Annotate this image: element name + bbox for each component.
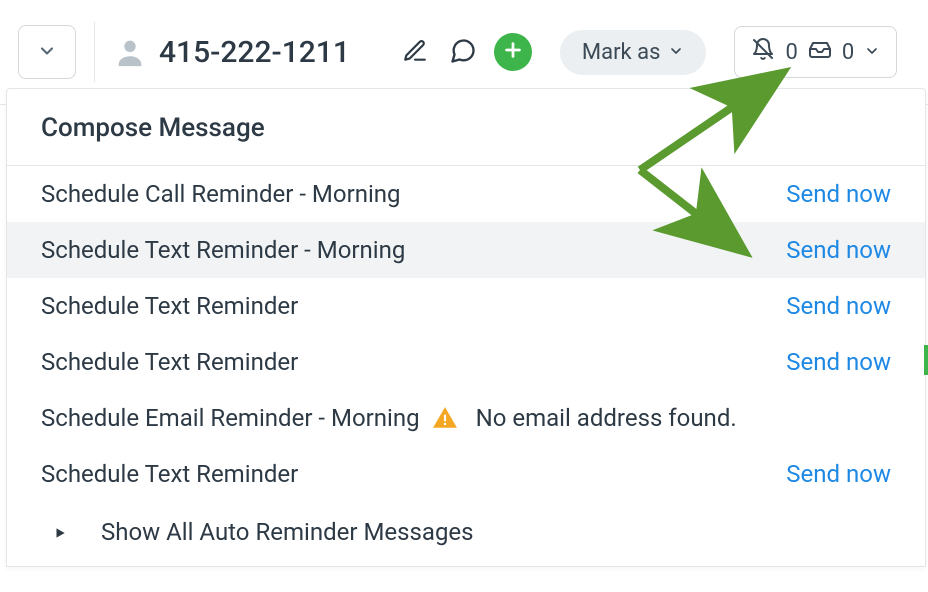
reminder-row[interactable]: Schedule Email Reminder - Morning No ema… xyxy=(7,390,925,446)
send-now-link[interactable]: Send now xyxy=(786,460,891,488)
bell-count: 0 xyxy=(785,40,797,65)
add-button[interactable] xyxy=(494,33,532,71)
reminder-label: Schedule Text Reminder xyxy=(41,348,298,376)
contact-phone: 415-222-1211 xyxy=(159,35,350,70)
warning-icon xyxy=(432,405,458,431)
reminder-label: Schedule Text Reminder xyxy=(41,460,298,488)
send-now-link[interactable]: Send now xyxy=(786,236,891,264)
inbox-icon xyxy=(808,37,832,67)
triangle-right-icon xyxy=(53,518,67,546)
panel-header: Compose Message xyxy=(7,89,925,166)
chat-icon xyxy=(449,37,477,68)
reminder-row[interactable]: Schedule Text Reminder - Morning Send no… xyxy=(7,222,925,278)
chevron-down-icon xyxy=(864,40,880,65)
reminder-label: Schedule Call Reminder - Morning xyxy=(41,180,401,208)
reminder-row[interactable]: Schedule Text Reminder Send now xyxy=(7,446,925,502)
send-now-link[interactable]: Send now xyxy=(786,348,891,376)
bell-off-icon xyxy=(751,37,775,67)
mark-as-label: Mark as xyxy=(582,40,661,65)
send-now-link[interactable]: Send now xyxy=(786,180,891,208)
chat-button[interactable] xyxy=(446,35,480,69)
avatar-icon xyxy=(113,35,147,69)
counts-dropdown[interactable]: 0 0 xyxy=(734,26,897,78)
plus-icon xyxy=(502,39,524,65)
pencil-icon xyxy=(402,38,428,67)
send-now-link[interactable]: Send now xyxy=(786,292,891,320)
reminder-row[interactable]: Schedule Text Reminder Send now xyxy=(7,334,925,390)
chevron-down-icon xyxy=(37,41,57,64)
reminder-label: Schedule Text Reminder xyxy=(41,292,298,320)
warning-text: No email address found. xyxy=(476,404,737,432)
reminder-row[interactable]: Schedule Text Reminder Send now xyxy=(7,278,925,334)
reminder-label: Schedule Text Reminder - Morning xyxy=(41,236,405,264)
right-accent-bar xyxy=(924,345,928,375)
reminder-row[interactable]: Schedule Call Reminder - Morning Send no… xyxy=(7,166,925,222)
edit-button[interactable] xyxy=(398,35,432,69)
inbox-count: 0 xyxy=(842,40,854,65)
reminder-label: Schedule Email Reminder - Morning xyxy=(41,404,420,432)
chevron-down-icon xyxy=(668,40,684,65)
toolbar-menu-button[interactable] xyxy=(18,25,76,79)
compose-panel: Compose Message Schedule Call Reminder -… xyxy=(6,88,926,567)
mark-as-dropdown[interactable]: Mark as xyxy=(560,30,707,75)
show-all-toggle[interactable]: Show All Auto Reminder Messages xyxy=(7,502,925,566)
divider xyxy=(94,22,95,82)
show-all-label: Show All Auto Reminder Messages xyxy=(101,518,474,546)
